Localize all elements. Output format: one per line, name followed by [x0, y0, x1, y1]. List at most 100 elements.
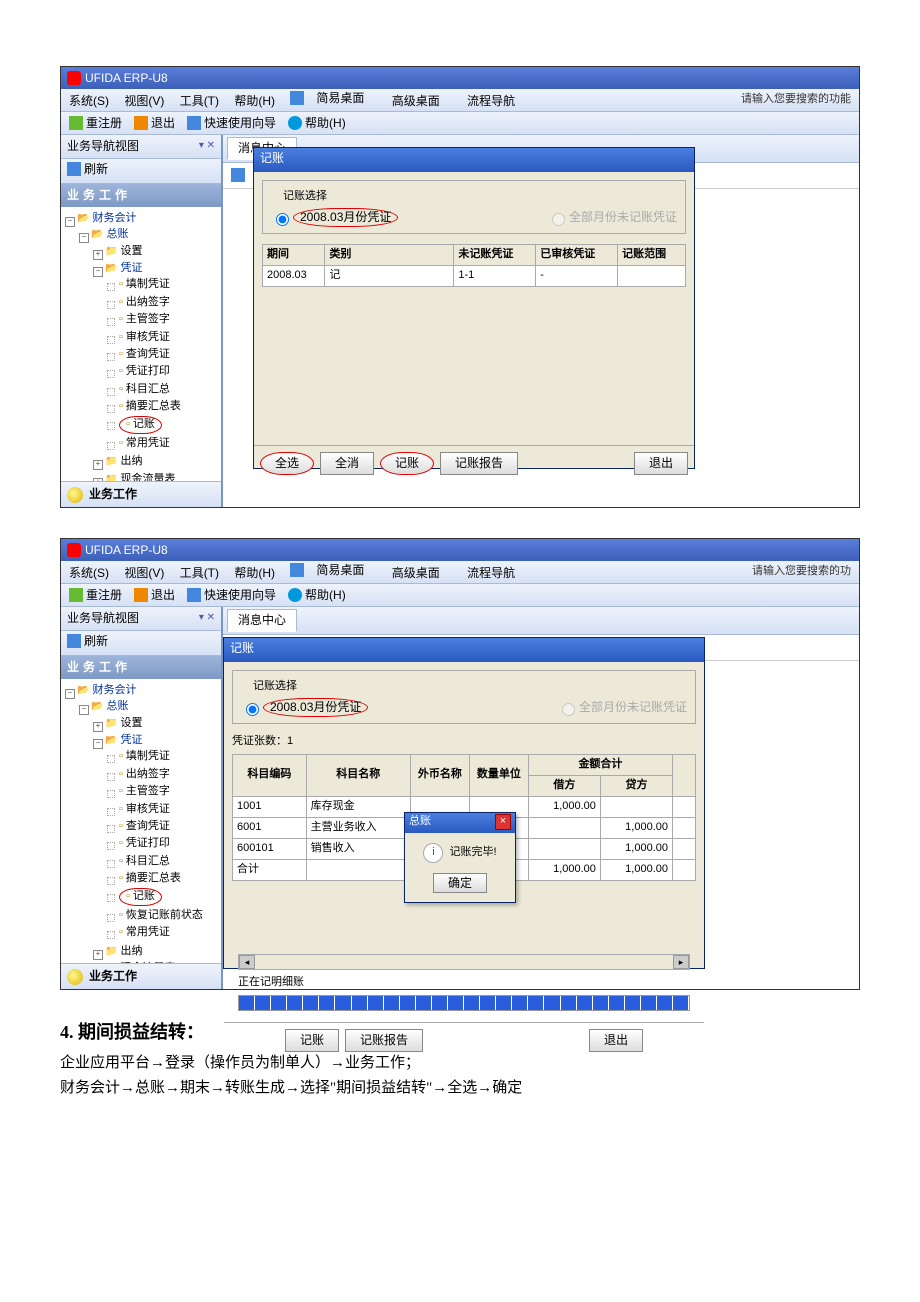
screenshot-2: UFIDA ERP-U8 系统(S) 视图(V) 工具(T) 帮助(H) 简易桌…: [60, 538, 860, 990]
menu-bar: 系统(S) 视图(V) 工具(T) 帮助(H) 简易桌面 高级桌面 流程导航 请…: [61, 89, 859, 112]
app-icon: [67, 543, 81, 557]
dialog-title: 记账: [224, 638, 704, 662]
btn-selectall[interactable]: 全选: [260, 452, 314, 475]
exit-icon: [134, 116, 148, 130]
adv-desktop[interactable]: 高级桌面: [392, 94, 440, 108]
nav-title: 业务导航视图: [67, 138, 139, 155]
help-button[interactable]: 帮助(H): [288, 587, 346, 604]
pane-controls[interactable]: ▾ ✕: [199, 139, 215, 153]
leaf-summary[interactable]: 摘要汇总表: [119, 400, 181, 412]
dialog-title: 记账: [254, 148, 694, 172]
wizard-icon: [187, 116, 201, 130]
tab-msgcenter[interactable]: 消息中心: [227, 609, 297, 632]
refresh-button[interactable]: 刷新: [67, 161, 108, 178]
exit-button[interactable]: 退出: [134, 587, 175, 604]
leaf-subject[interactable]: 科目汇总: [119, 383, 170, 395]
node-settings[interactable]: 设置: [105, 245, 142, 257]
wizard-button[interactable]: 快速使用向导: [187, 587, 276, 604]
menu-system[interactable]: 系统(S): [69, 94, 109, 108]
close-icon[interactable]: ×: [495, 814, 511, 830]
btn-exit[interactable]: 退出: [589, 1029, 643, 1052]
help-button[interactable]: 帮助(H): [288, 115, 346, 132]
menu-view[interactable]: 视图(V): [124, 94, 164, 108]
legend: 记账选择: [279, 189, 331, 204]
exit-button[interactable]: 退出: [134, 115, 175, 132]
leaf-post[interactable]: 记账: [119, 416, 162, 433]
title-bar-2: UFIDA ERP-U8: [61, 539, 859, 561]
opts-icon: [231, 168, 245, 182]
leaf-print[interactable]: 凭证打印: [119, 365, 170, 377]
app-title: UFIDA ERP-U8: [85, 542, 168, 559]
flow-nav[interactable]: 流程导航: [467, 566, 515, 580]
menu-system[interactable]: 系统(S): [69, 566, 109, 580]
dialog-buttons: 全选 全消 记账 记账报告 退出: [254, 445, 694, 481]
refresh-icon: [67, 634, 81, 648]
node-cashflow[interactable]: 现金流量表: [105, 473, 175, 482]
exit-icon: [134, 588, 148, 602]
section-header: 业务工作: [61, 184, 221, 207]
radio-month[interactable]: 2008.03月份凭证: [271, 208, 398, 227]
menu-help[interactable]: 帮助(H): [234, 94, 275, 108]
btn-report[interactable]: 记账报告: [440, 452, 518, 475]
search-hint[interactable]: 请输入您要搜索的功能: [741, 92, 851, 107]
radio-all[interactable]: 全部月份未记账凭证: [547, 209, 677, 226]
rereg-icon: [69, 116, 83, 130]
menu-help[interactable]: 帮助(H): [234, 566, 275, 580]
simple-desktop[interactable]: 简易桌面: [316, 562, 364, 579]
col-audited: 已审核凭证: [536, 245, 618, 266]
col-range: 记账范围: [618, 245, 686, 266]
simple-desktop-icon: [290, 91, 304, 105]
leaf-fill[interactable]: 填制凭证: [119, 278, 170, 290]
leaf-manager[interactable]: 主管签字: [119, 313, 170, 325]
app-title: UFIDA ERP-U8: [85, 70, 168, 87]
toolbar: 重注册 退出 快速使用向导 帮助(H): [61, 112, 859, 135]
refresh-button[interactable]: 刷新: [67, 633, 108, 650]
nav-tree[interactable]: 财务会计 总账 设置 凭证 填制凭证 出纳签字 主管签字: [61, 207, 221, 481]
menu-view[interactable]: 视图(V): [124, 566, 164, 580]
node-cash[interactable]: 出纳: [105, 455, 142, 467]
btn-report[interactable]: 记账报告: [345, 1029, 423, 1052]
btn-clear[interactable]: 全消: [320, 452, 374, 475]
node-finance[interactable]: 财务会计: [77, 212, 136, 224]
refresh-icon: [67, 162, 81, 176]
radio-all[interactable]: 全部月份未记账凭证: [557, 699, 687, 716]
leaf-common[interactable]: 常用凭证: [119, 437, 170, 449]
wizard-button[interactable]: 快速使用向导: [187, 115, 276, 132]
leaf-cashier[interactable]: 出纳签字: [119, 296, 170, 308]
col-type: 类别: [325, 245, 454, 266]
menu-tools[interactable]: 工具(T): [180, 94, 219, 108]
complete-popup: 总账× i记账完毕! 确定: [404, 812, 516, 903]
btn-post[interactable]: 记账: [285, 1029, 339, 1052]
wizard-icon: [187, 588, 201, 602]
voucher-count: 凭证张数：1: [232, 734, 696, 749]
btn-post[interactable]: 记账: [380, 452, 434, 475]
leaf-query[interactable]: 查询凭证: [119, 348, 170, 360]
simple-desktop[interactable]: 简易桌面: [316, 90, 364, 107]
menu-tools[interactable]: 工具(T): [180, 566, 219, 580]
title-bar: UFIDA ERP-U8: [61, 67, 859, 89]
simple-desktop-icon: [290, 563, 304, 577]
node-gl[interactable]: 总账: [91, 228, 128, 240]
rereg-icon: [69, 588, 83, 602]
leaf-audit[interactable]: 审核凭证: [119, 331, 170, 343]
btn-exit[interactable]: 退出: [634, 452, 688, 475]
nav-tree-2[interactable]: 财务会计 总账 设置 凭证 填制凭证 出纳签字 主管签字: [61, 679, 221, 963]
rereg-button[interactable]: 重注册: [69, 115, 122, 132]
biz-icon: [67, 969, 83, 985]
left-nav-pane-2: 业务导航视图▾ ✕ 刷新 业务工作 财务会计 总账 设置 凭证 填制凭证: [61, 607, 223, 989]
biz-icon: [67, 487, 83, 503]
grid-row[interactable]: 2008.03记1-1-: [263, 266, 686, 287]
flow-nav[interactable]: 流程导航: [467, 94, 515, 108]
biz-label[interactable]: 业务工作: [89, 486, 137, 503]
adv-desktop[interactable]: 高级桌面: [392, 566, 440, 580]
para2: 财务会计→总账→期末→转账生成→选择"期间损益结转"→全选→确定: [60, 1078, 860, 1099]
col-unposted: 未记账凭证: [454, 245, 536, 266]
radio-month[interactable]: 2008.03月份凭证: [241, 698, 368, 717]
popup-ok[interactable]: 确定: [433, 873, 487, 893]
search-hint[interactable]: 请输入您要搜索的功: [752, 564, 851, 579]
posting-dialog: 记账 记账选择 2008.03月份凭证 全部月份未记账凭证 期间 类别 未: [253, 147, 695, 469]
hscroll[interactable]: ◂▸: [238, 954, 690, 970]
right-pane: 消息中心 选项 过滤 刷新 ✕ 删除 新建通知 短信息 − − 记 记账: [223, 135, 859, 507]
rereg-button[interactable]: 重注册: [69, 587, 122, 604]
node-voucher[interactable]: 凭证: [105, 262, 142, 274]
